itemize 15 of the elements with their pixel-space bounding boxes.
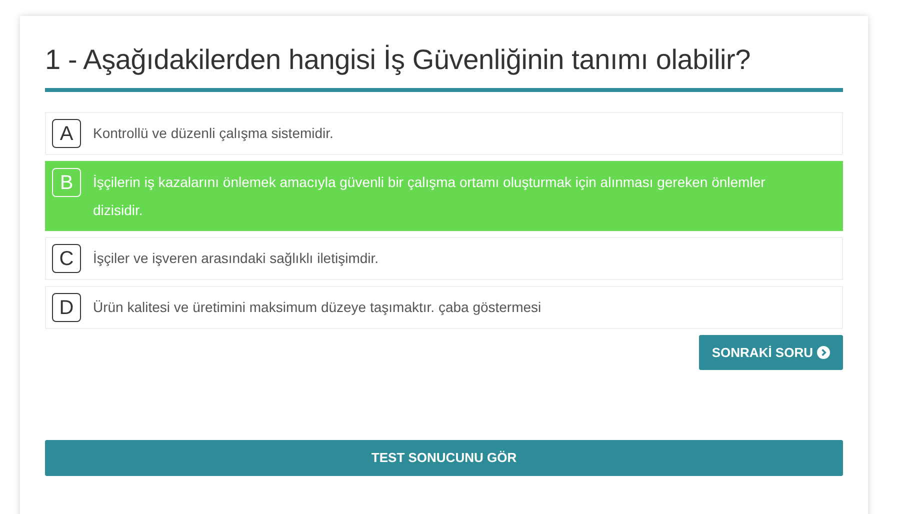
answer-option[interactable]: D Ürün kalitesi ve üretimini maksimum düzeye taşımaktır. çaba göstermesi: [45, 286, 843, 329]
option-letter: B: [52, 168, 81, 197]
option-text: Kontrollü ve düzenli çalışma sistemidir.: [93, 124, 334, 143]
arrow-circle-icon: [817, 346, 830, 359]
test-result-button[interactable]: TEST SONUCUNU GÖR: [45, 440, 843, 476]
option-letter: D: [52, 293, 81, 322]
option-letter: A: [52, 119, 81, 148]
question-title: 1 - Aşağıdakilerden hangisi İş Güvenliğinin tanımı olabilir?: [45, 43, 752, 77]
option-letter: C: [52, 244, 81, 273]
option-text: İşçiler ve işveren arasındaki sağlıklı iletişimdir.: [93, 249, 380, 268]
option-text: İşçilerin iş kazalarını önlemek amacıyla güvenli bir çalışma ortamı oluşturmak için alınması gereken önlemler dizisidir.: [93, 173, 766, 220]
answer-option[interactable]: A Kontrollü ve düzenli çalışma sistemidir.: [45, 112, 843, 155]
next-question-button[interactable]: SONRAKİ SORU: [698, 335, 843, 370]
option-text: Ürün kalitesi ve üretimini maksimum düzeye taşımaktır. çaba göstermesi: [93, 298, 542, 317]
answer-option[interactable]: C İşçiler ve işveren arasındaki sağlıklı iletişimdir.: [45, 237, 843, 280]
